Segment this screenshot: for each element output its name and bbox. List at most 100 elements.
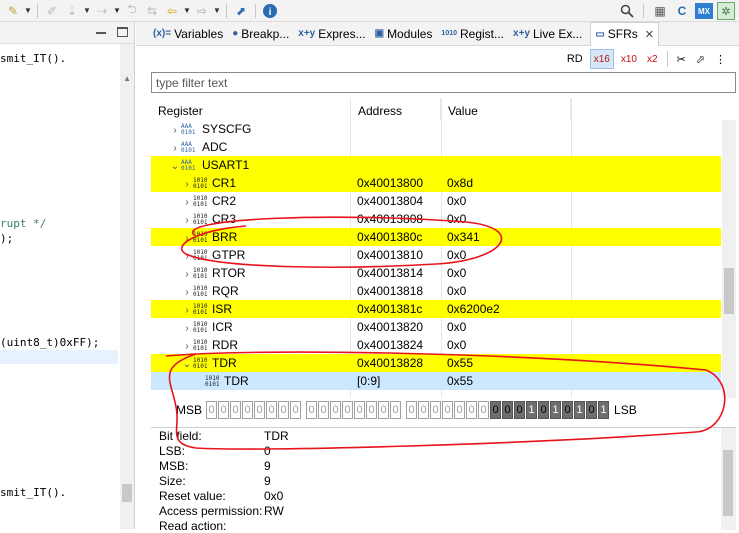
bit-cell[interactable]: 0: [538, 401, 550, 419]
chevron-right-icon[interactable]: ›: [169, 125, 181, 136]
bit-cell[interactable]: 0: [306, 401, 318, 419]
scroll-thumb[interactable]: [122, 484, 132, 502]
column-header-register[interactable]: Register: [151, 98, 351, 120]
table-row[interactable]: › 1010 0101 ISR 0x4001381c 0x6200e2: [151, 300, 721, 318]
scroll-thumb[interactable]: [724, 268, 734, 314]
c-perspective-icon[interactable]: C: [673, 2, 691, 20]
repeat-icon[interactable]: ⇆: [143, 2, 161, 20]
tab-breakpoints[interactable]: ● Breakp...: [231, 22, 290, 46]
back-arrow-icon[interactable]: ⇦: [163, 2, 181, 20]
edit-icon[interactable]: ✐: [43, 2, 61, 20]
view-menu-icon[interactable]: ⋮: [712, 49, 729, 69]
forward-arrow-icon[interactable]: ⇨: [193, 2, 211, 20]
bit-cell[interactable]: 0: [230, 401, 242, 419]
bit-cell[interactable]: 1: [526, 401, 538, 419]
editor-scrollbar[interactable]: ▲: [120, 44, 134, 529]
scroll-up-icon[interactable]: ▲: [123, 74, 131, 83]
bit-cell[interactable]: 1: [574, 401, 586, 419]
chevron-right-icon[interactable]: ›: [181, 341, 193, 352]
value-cell[interactable]: 0x6200e2: [447, 302, 500, 316]
bit-cell[interactable]: 0: [442, 401, 454, 419]
mx-perspective-icon[interactable]: MX: [695, 3, 713, 19]
bit-cell[interactable]: 0: [502, 401, 514, 419]
tab-registers[interactable]: 1010 Regist...: [440, 22, 505, 46]
chevron-down-icon[interactable]: ⌄: [181, 359, 193, 370]
value-cell[interactable]: 0x0: [447, 248, 466, 262]
rd-button[interactable]: RD: [564, 49, 586, 69]
debug-perspective-icon[interactable]: ✲: [717, 2, 735, 20]
bit-cell[interactable]: 0: [562, 401, 574, 419]
table-row[interactable]: › 1010 0101 RDR 0x40013824 0x0: [151, 336, 721, 354]
pin-editor-icon[interactable]: ⬈: [232, 2, 250, 20]
details-scrollbar[interactable]: [721, 428, 736, 530]
close-icon[interactable]: ✕: [645, 28, 654, 41]
tab-modules[interactable]: ▣ Modules: [374, 22, 434, 46]
table-row[interactable]: › 1010 0101 RTOR 0x40013814 0x0: [151, 264, 721, 282]
bit-cell[interactable]: 0: [478, 401, 490, 419]
table-row[interactable]: › 1010 0101 ICR 0x40013820 0x0: [151, 318, 721, 336]
bit-cell[interactable]: 0: [218, 401, 230, 419]
chevron-right-icon[interactable]: ›: [181, 305, 193, 316]
binary-format-button[interactable]: x2: [644, 49, 661, 69]
bit-cell[interactable]: 0: [278, 401, 290, 419]
debug-config-icon[interactable]: ✎: [4, 2, 22, 20]
value-cell[interactable]: 0x341: [447, 230, 480, 244]
hex-format-button[interactable]: x16: [589, 49, 614, 69]
table-row[interactable]: ⌄ 1010 0101 TDR 0x40013828 0x55: [151, 354, 721, 372]
bit-cell[interactable]: 0: [390, 401, 402, 419]
bit-cell[interactable]: 0: [354, 401, 366, 419]
table-row[interactable]: › 1010 0101 CR2 0x40013804 0x0: [151, 192, 721, 210]
bit-cell[interactable]: 0: [454, 401, 466, 419]
column-header-value[interactable]: Value: [441, 98, 571, 120]
table-row[interactable]: › 1010 0101 CR1 0x40013800 0x8d: [151, 174, 721, 192]
chevron-right-icon[interactable]: ›: [169, 143, 181, 154]
tree-scrollbar[interactable]: [722, 120, 736, 398]
table-row[interactable]: › AAA 0101 SYSCFG: [151, 120, 721, 138]
chevron-down-icon[interactable]: ▼: [113, 6, 121, 15]
value-cell[interactable]: 0x0: [447, 284, 466, 298]
value-cell[interactable]: 0x55: [447, 356, 473, 370]
bit-cell[interactable]: 1: [598, 401, 610, 419]
value-cell[interactable]: 0x8d: [447, 176, 473, 190]
chevron-right-icon[interactable]: ›: [181, 215, 193, 226]
maximize-icon[interactable]: [117, 27, 128, 37]
table-row[interactable]: › 1010 0101 RQR 0x40013818 0x0: [151, 282, 721, 300]
bit-cell[interactable]: 0: [242, 401, 254, 419]
table-row[interactable]: › 1010 0101 BRR 0x4001380c 0x341: [151, 228, 721, 246]
decimal-format-button[interactable]: x10: [618, 49, 640, 69]
tab-expressions[interactable]: x+y Expres...: [297, 22, 366, 46]
bit-cell[interactable]: 0: [378, 401, 390, 419]
bit-cell[interactable]: 0: [254, 401, 266, 419]
tab-live-expressions[interactable]: x+y Live Ex...: [512, 22, 583, 46]
bit-cell[interactable]: 0: [466, 401, 478, 419]
code-editor[interactable]: smit_IT(). rupt */ ); (uint8_t)0xFF); sm…: [0, 22, 135, 529]
bit-cell[interactable]: 0: [290, 401, 302, 419]
search-icon[interactable]: [618, 2, 636, 20]
chevron-right-icon[interactable]: ›: [181, 287, 193, 298]
filter-input[interactable]: type filter text: [151, 72, 736, 93]
value-cell[interactable]: 0x0: [447, 212, 466, 226]
bit-cell[interactable]: 0: [342, 401, 354, 419]
value-cell[interactable]: 0x0: [447, 194, 466, 208]
chevron-right-icon[interactable]: ›: [181, 179, 193, 190]
chevron-right-icon[interactable]: ›: [181, 251, 193, 262]
table-row[interactable]: › 1010 0101 CR3 0x40013808 0x0: [151, 210, 721, 228]
bit-cell[interactable]: 0: [514, 401, 526, 419]
settings-tools-icon[interactable]: ✂: [674, 49, 689, 69]
value-cell[interactable]: 0x0: [447, 338, 466, 352]
tab-sfrs[interactable]: ▭ SFRs ✕: [590, 21, 660, 46]
return-icon[interactable]: ⮌: [123, 2, 141, 20]
table-row[interactable]: ⌄ AAA 0101 USART1: [151, 156, 721, 174]
bit-cell[interactable]: 0: [430, 401, 442, 419]
column-header-address[interactable]: Address: [351, 98, 441, 120]
tab-variables[interactable]: (x)= Variables: [152, 22, 224, 46]
bit-cell[interactable]: 0: [406, 401, 418, 419]
bit-cell[interactable]: 0: [366, 401, 378, 419]
export-icon[interactable]: ⬀: [693, 49, 708, 69]
chevron-right-icon[interactable]: ›: [181, 197, 193, 208]
bit-cell[interactable]: 0: [586, 401, 598, 419]
bit-cell[interactable]: 0: [418, 401, 430, 419]
chevron-down-icon[interactable]: ▼: [24, 6, 32, 15]
table-row[interactable]: 1010 0101 TDR [0:9] 0x55: [151, 372, 721, 390]
bit-cell[interactable]: 0: [318, 401, 330, 419]
